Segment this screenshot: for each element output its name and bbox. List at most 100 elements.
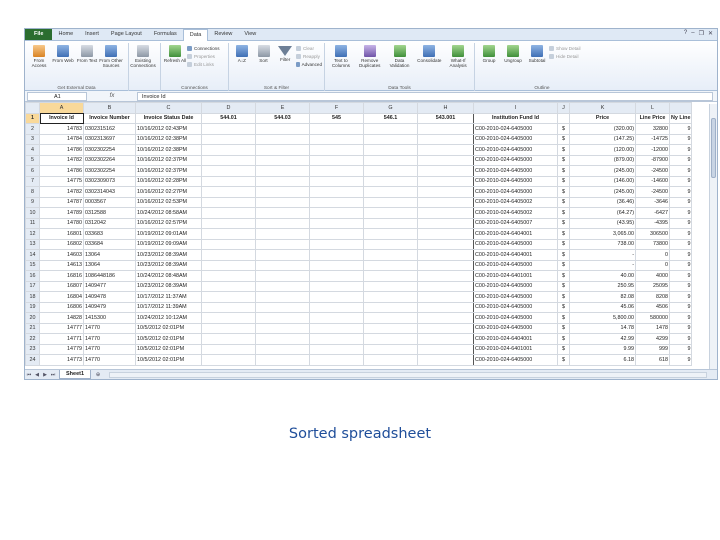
cell[interactable]: 16802 — [39, 238, 84, 250]
column-header[interactable]: A — [39, 102, 84, 114]
column-header[interactable]: J — [557, 102, 570, 114]
cell[interactable] — [255, 238, 310, 250]
cell[interactable] — [363, 259, 418, 271]
cell[interactable] — [309, 259, 364, 271]
column-header[interactable] — [668, 102, 693, 114]
cell[interactable]: 10/16/2012 02:27PM — [135, 186, 202, 198]
cell[interactable] — [417, 259, 474, 271]
cell[interactable]: -87900 — [635, 154, 670, 166]
cell[interactable] — [201, 333, 256, 345]
column-header[interactable]: I — [473, 102, 558, 114]
cell[interactable] — [255, 123, 310, 135]
cell[interactable]: C00-2010-024-6405000 — [473, 259, 558, 271]
cell[interactable]: 10/5/2012 02:01PM — [135, 343, 202, 355]
reapply-button[interactable]: Reapply — [296, 53, 322, 59]
cell[interactable] — [309, 228, 364, 240]
show-detail-button[interactable]: Show Detail — [549, 45, 595, 51]
cell[interactable]: Institution Fund Id — [473, 112, 558, 124]
insert-sheet-icon[interactable]: ⊕ — [93, 372, 103, 378]
cell[interactable]: Line Price — [635, 112, 670, 124]
cell[interactable]: C00-2010-024-6405000 — [473, 186, 558, 198]
cell[interactable]: 9 — [668, 354, 693, 366]
cell[interactable]: $ — [557, 133, 570, 145]
cell[interactable] — [363, 133, 418, 145]
tab-page-layout[interactable]: Page Layout — [105, 29, 148, 40]
cell[interactable]: 14777 — [39, 322, 84, 334]
cell[interactable] — [417, 249, 474, 261]
tab-home[interactable]: Home — [52, 29, 79, 40]
cell[interactable] — [417, 144, 474, 156]
cell[interactable] — [417, 354, 474, 366]
cell[interactable] — [255, 354, 310, 366]
cell[interactable]: Invoice Id — [39, 112, 84, 124]
cell[interactable] — [201, 186, 256, 198]
cell[interactable]: 10/16/2012 02:37PM — [135, 154, 202, 166]
cell[interactable]: 9 — [668, 228, 693, 240]
cell[interactable]: 10/16/2012 02:57PM — [135, 217, 202, 229]
row-header[interactable]: 6 — [25, 165, 40, 177]
cell[interactable]: C00-2010-024-6405000 — [473, 354, 558, 366]
cell[interactable] — [417, 175, 474, 187]
cell[interactable]: 42.99 — [569, 333, 636, 345]
cell[interactable]: 0302314043 — [83, 186, 136, 198]
cell[interactable]: $ — [557, 144, 570, 156]
row-header[interactable]: 7 — [25, 175, 40, 187]
cell[interactable]: C00-2010-024-6405007 — [473, 217, 558, 229]
cell[interactable]: $ — [557, 270, 570, 282]
cell[interactable] — [201, 291, 256, 303]
cell[interactable]: 0302302254 — [83, 144, 136, 156]
clear-filter-button[interactable]: Clear — [296, 45, 322, 51]
advanced-button[interactable]: Advanced — [296, 61, 322, 67]
cell[interactable]: 14786 — [39, 165, 84, 177]
consolidate-button[interactable]: Consolidate — [414, 43, 444, 91]
cell[interactable]: $ — [557, 343, 570, 355]
cell[interactable]: 10/16/2012 02:37PM — [135, 165, 202, 177]
text-to-columns-button[interactable]: Text to Columns — [327, 43, 355, 91]
first-sheet-icon[interactable]: ⏮ — [25, 372, 33, 378]
from-access-button[interactable]: From Access — [27, 43, 51, 91]
cell[interactable] — [417, 196, 474, 208]
cell[interactable]: 4000 — [635, 270, 670, 282]
column-header[interactable]: K — [569, 102, 636, 114]
refresh-all-button[interactable]: Refresh All — [163, 43, 187, 91]
cell[interactable]: 9 — [668, 301, 693, 313]
cell[interactable]: $ — [557, 333, 570, 345]
cell[interactable]: -4395 — [635, 217, 670, 229]
cell[interactable] — [255, 280, 310, 292]
cell[interactable]: C00-2010-024-6405000 — [473, 291, 558, 303]
sheet-tab[interactable]: Sheet1 — [59, 370, 92, 379]
cell[interactable]: 10/16/2012 02:38PM — [135, 144, 202, 156]
cell[interactable] — [363, 291, 418, 303]
cell[interactable]: 10/16/2012 02:43PM — [135, 123, 202, 135]
cell[interactable] — [201, 207, 256, 219]
cell[interactable]: 1478 — [635, 322, 670, 334]
cell[interactable]: (43.95) — [569, 217, 636, 229]
cell[interactable]: 0302315162 — [83, 123, 136, 135]
row-header[interactable]: 19 — [25, 301, 40, 313]
cell[interactable]: 10/17/2012 11:39AM — [135, 301, 202, 313]
cell[interactable]: 16804 — [39, 291, 84, 303]
cell[interactable]: 9 — [668, 175, 693, 187]
cell[interactable] — [201, 123, 256, 135]
cell[interactable] — [417, 333, 474, 345]
cell[interactable]: 543.001 — [417, 112, 474, 124]
cell[interactable]: C00-2010-024-6405000 — [473, 175, 558, 187]
next-sheet-icon[interactable]: ▶ — [41, 372, 49, 378]
cell[interactable] — [417, 343, 474, 355]
cell[interactable] — [309, 291, 364, 303]
hide-detail-button[interactable]: Hide Detail — [549, 53, 595, 59]
cell[interactable]: $ — [557, 186, 570, 198]
cell[interactable]: 0302302254 — [83, 165, 136, 177]
cell[interactable] — [309, 165, 364, 177]
last-sheet-icon[interactable]: ⏭ — [49, 372, 57, 378]
cell[interactable] — [417, 133, 474, 145]
tab-review[interactable]: Review — [208, 29, 238, 40]
cell[interactable] — [201, 322, 256, 334]
cell[interactable]: 0312588 — [83, 207, 136, 219]
cell[interactable] — [363, 165, 418, 177]
cell[interactable] — [309, 354, 364, 366]
cell[interactable]: 14786 — [39, 144, 84, 156]
cell[interactable]: 14787 — [39, 196, 84, 208]
cell[interactable]: 14784 — [39, 133, 84, 145]
cell[interactable]: - — [569, 259, 636, 271]
